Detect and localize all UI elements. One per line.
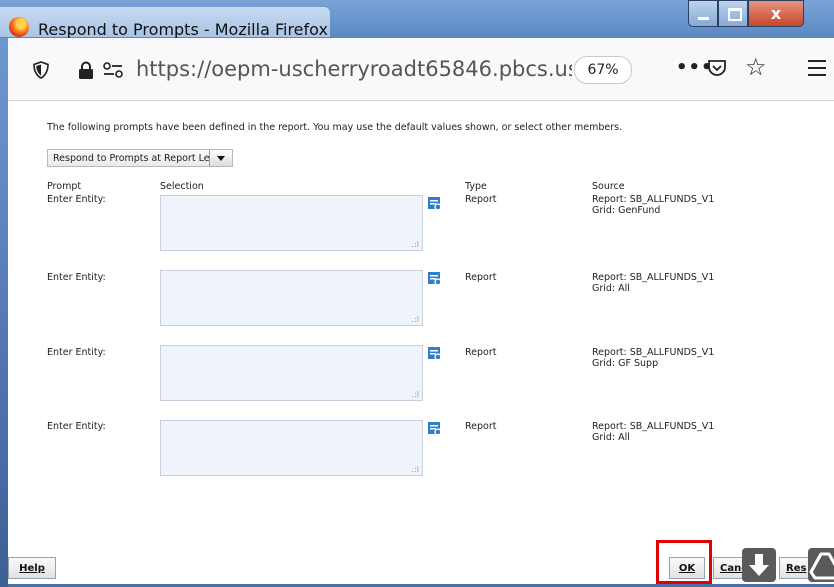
prompt-source: Report: SB_ALLFUNDS_V1 Grid: GF Supp [592, 347, 714, 369]
resize-grip-icon[interactable]: .:l [412, 390, 419, 399]
source-report: Report: SB_ALLFUNDS_V1 [592, 272, 715, 283]
url-field[interactable]: https://oepm-uscherryroadt65846.pbcs.us2… [136, 57, 572, 81]
header-prompt: Prompt [47, 181, 82, 192]
close-button[interactable]: x [748, 0, 804, 27]
tracking-shield-icon[interactable] [33, 61, 49, 79]
prompt-type: Report [465, 272, 497, 283]
drive-icon [809, 552, 834, 580]
source-report: Report: SB_ALLFUNDS_V1 [592, 421, 715, 432]
drive-overlay[interactable] [808, 548, 834, 582]
maximize-button[interactable] [718, 0, 748, 27]
close-icon: x [770, 4, 782, 23]
window-left-border [0, 38, 8, 587]
source-grid: Grid: All [592, 283, 630, 294]
prompt-type: Report [465, 347, 497, 358]
respond-level-value: Respond to Prompts at Report Level [53, 153, 224, 164]
header-source: Source [592, 181, 625, 192]
firefox-icon [9, 17, 29, 37]
resize-grip-icon[interactable]: .:l [412, 315, 419, 324]
resize-grip-icon[interactable]: .:l [412, 240, 419, 249]
prompt-source: Report: SB_ALLFUNDS_V1 Grid: All [592, 272, 714, 294]
bookmark-star-icon[interactable]: ☆ [745, 53, 767, 81]
member-selector-icon[interactable] [428, 422, 442, 436]
window-title: Respond to Prompts - Mozilla Firefox [38, 20, 328, 39]
resize-grip-icon[interactable]: .:l [412, 465, 419, 474]
prompt-type: Report [465, 421, 497, 432]
prompt-label: Enter Entity: [47, 194, 106, 205]
source-grid: Grid: All [592, 432, 630, 443]
header-type: Type [465, 181, 487, 192]
window-title-tab: Respond to Prompts - Mozilla Firefox [0, 7, 330, 39]
selection-input[interactable]: .:l [160, 270, 423, 326]
menu-icon[interactable] [808, 60, 826, 76]
header-selection: Selection [160, 181, 204, 192]
permissions-icon[interactable] [102, 60, 124, 80]
lock-icon[interactable] [76, 60, 96, 80]
prompt-label: Enter Entity: [47, 347, 106, 358]
source-report: Report: SB_ALLFUNDS_V1 [592, 347, 715, 358]
prompt-label: Enter Entity: [47, 272, 106, 283]
prompt-type: Report [465, 194, 497, 205]
prompt-source: Report: SB_ALLFUNDS_V1 Grid: GenFund [592, 194, 714, 216]
ok-highlight-box [656, 540, 712, 584]
source-grid: Grid: GF Supp [592, 358, 659, 369]
pocket-icon[interactable] [706, 57, 728, 79]
minimize-button[interactable] [688, 0, 718, 27]
url-prefix: https://oepm-uscherryroadt65846.pbcs.us2… [136, 57, 572, 81]
member-selector-icon[interactable] [428, 272, 442, 286]
window-titlebar: Respond to Prompts - Mozilla Firefox x [0, 0, 834, 39]
member-selector-icon[interactable] [428, 347, 442, 361]
dropdown-caret-icon[interactable] [209, 150, 232, 166]
prompt-source: Report: SB_ALLFUNDS_V1 Grid: All [592, 421, 714, 443]
zoom-indicator[interactable]: 67% [574, 56, 632, 84]
selection-input[interactable]: .:l [160, 420, 423, 476]
selection-input[interactable]: .:l [160, 345, 423, 401]
source-report: Report: SB_ALLFUNDS_V1 [592, 194, 715, 205]
help-button[interactable]: Help [8, 557, 56, 579]
download-arrow-icon [749, 554, 769, 576]
download-overlay[interactable] [742, 548, 776, 582]
respond-level-select[interactable]: Respond to Prompts at Report Level [47, 149, 233, 167]
prompts-dialog: The following prompts have been defined … [8, 101, 834, 584]
address-bar: https://oepm-uscherryroadt65846.pbcs.us2… [8, 38, 834, 101]
prompt-label: Enter Entity: [47, 421, 106, 432]
selection-input[interactable]: .:l [160, 195, 423, 251]
intro-text: The following prompts have been defined … [47, 122, 623, 133]
member-selector-icon[interactable] [428, 197, 442, 211]
source-grid: Grid: GenFund [592, 205, 661, 216]
